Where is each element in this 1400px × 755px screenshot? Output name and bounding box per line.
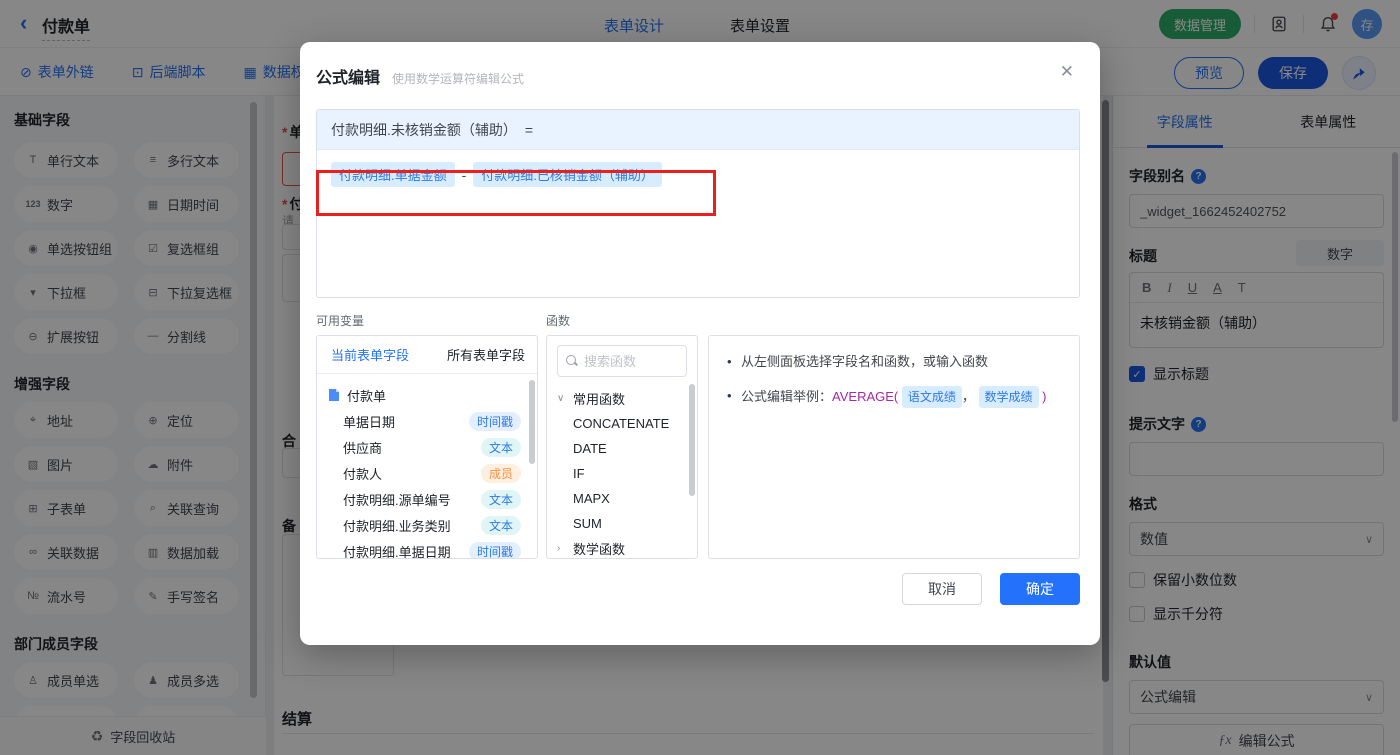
- group-label: 常用函数: [573, 392, 626, 407]
- variable-item[interactable]: 付款明细.业务类别 文本: [317, 512, 537, 538]
- variable-name: 付款明细.业务类别: [343, 518, 451, 534]
- formula-token-right[interactable]: 付款明细.已核销金额（辅助）: [473, 162, 662, 187]
- variables-panel: 当前表单字段 所有表单字段 付款单 单据日期 时间戳 供应商 文本 付款人 成员 付款…: [316, 335, 538, 559]
- type-badge: 文本: [480, 489, 521, 509]
- modal-title: 公式编辑: [316, 70, 381, 87]
- function-item[interactable]: SUM: [547, 511, 697, 536]
- type-badge: 文本: [480, 515, 521, 535]
- variables-label: 可用变量: [316, 314, 365, 328]
- chevron-down-icon: ∨: [557, 393, 565, 404]
- help-bullet-2: 公式编辑举例：AVERAGE( 语文成绩， 数学成绩 ): [727, 386, 1061, 408]
- type-badge: 时间戳: [468, 411, 521, 431]
- modal-panels: 当前表单字段 所有表单字段 付款单 单据日期 时间戳 供应商 文本 付款人 成员 付款…: [316, 335, 1080, 559]
- example-arg-1: 语文成绩: [901, 386, 962, 408]
- variable-name: 付款明细.单据日期: [343, 544, 451, 559]
- function-item[interactable]: MAPX: [547, 486, 697, 511]
- variable-item[interactable]: 供应商 文本: [317, 434, 537, 460]
- type-badge: 文本: [480, 437, 521, 457]
- panel-labels-row: 可用变量 函数: [316, 312, 1080, 329]
- formula-edit-modal: 公式编辑 使用数学运算符编辑公式 ✕ 付款明细.未核销金额（辅助） = 付款明细…: [300, 42, 1100, 645]
- function-item[interactable]: CONCATENATE: [547, 411, 697, 436]
- formula-target: 付款明细.未核销金额（辅助）: [331, 121, 517, 138]
- variable-item[interactable]: 单据日期 时间戳: [317, 408, 537, 434]
- modal-header: 公式编辑 使用数学运算符编辑公式: [300, 42, 1100, 88]
- example-arg-2: 数学成绩: [978, 386, 1039, 408]
- variables-scrollbar[interactable]: [529, 380, 535, 464]
- comma: ，: [961, 389, 975, 404]
- function-item[interactable]: IF: [547, 461, 697, 486]
- formula-token-left[interactable]: 付款明细.单据金额: [331, 162, 455, 187]
- formula-editor: 付款明细.未核销金额（辅助） = 付款明细.单据金额 - 付款明细.已核销金额（辅助…: [316, 109, 1080, 298]
- help-bullet-1: 从左侧面板选择字段名和函数，或输入函数: [727, 352, 1061, 372]
- functions-scrollbar[interactable]: [689, 384, 695, 496]
- tab-all-form-fields[interactable]: 所有表单字段: [447, 345, 525, 364]
- function-group-common[interactable]: ∨ 常用函数: [547, 386, 697, 411]
- confirm-button[interactable]: 确定: [1000, 573, 1080, 605]
- help-panel: 从左侧面板选择字段名和函数，或输入函数 公式编辑举例：AVERAGE( 语文成绩…: [708, 335, 1080, 559]
- example-function-close: ): [1042, 389, 1047, 404]
- variable-name: 供应商: [343, 440, 383, 456]
- cancel-button[interactable]: 取消: [902, 573, 982, 605]
- functions-label: 函数: [546, 314, 571, 328]
- minus-operator[interactable]: -: [455, 167, 474, 183]
- equals-sign: =: [524, 121, 534, 138]
- example-function-open: AVERAGE(: [832, 389, 899, 404]
- variables-tabs: 当前表单字段 所有表单字段: [317, 336, 537, 374]
- variables-list: 付款单 单据日期 时间戳 供应商 文本 付款人 成员 付款明细.源单编号 文本 付款明细…: [317, 374, 537, 559]
- variable-name: 单据日期: [343, 414, 396, 430]
- variable-item[interactable]: 付款人 成员: [317, 460, 537, 486]
- group-label: 数学函数: [573, 542, 626, 557]
- search-icon: [566, 355, 578, 367]
- chevron-right-icon: ›: [557, 543, 561, 554]
- variable-item[interactable]: 付款明细.单据日期 时间戳: [317, 538, 537, 559]
- close-icon[interactable]: ✕: [1060, 62, 1074, 82]
- tab-current-form-fields[interactable]: 当前表单字段: [331, 345, 409, 364]
- function-search-box[interactable]: [557, 345, 687, 377]
- type-badge: 成员: [480, 463, 521, 483]
- variable-name: 付款人: [343, 466, 383, 482]
- help-body: 从左侧面板选择字段名和函数，或输入函数 公式编辑举例：AVERAGE( 语文成绩…: [709, 336, 1079, 438]
- function-search-input[interactable]: [584, 353, 674, 369]
- variable-name: 付款明细.源单编号: [343, 492, 451, 508]
- functions-panel: ∨ 常用函数 CONCATENATE DATE IF MAPX SUM › 数学…: [546, 335, 698, 559]
- type-badge: 时间戳: [468, 541, 521, 558]
- variable-item[interactable]: 付款明细.源单编号 文本: [317, 486, 537, 512]
- function-item[interactable]: DATE: [547, 436, 697, 461]
- function-group-math[interactable]: › 数学函数: [547, 536, 697, 558]
- formula-target-bar: 付款明细.未核销金额（辅助） =: [317, 110, 1079, 150]
- variables-root-node[interactable]: 付款单: [317, 382, 537, 408]
- example-label: 公式编辑举例：: [741, 389, 833, 404]
- modal-footer: 取消 确定: [300, 573, 1080, 605]
- formula-input-area[interactable]: 付款明细.单据金额 - 付款明细.已核销金额（辅助）: [317, 150, 1079, 297]
- root-label: 付款单: [347, 388, 387, 404]
- modal-subtitle: 使用数学运算符编辑公式: [392, 72, 525, 86]
